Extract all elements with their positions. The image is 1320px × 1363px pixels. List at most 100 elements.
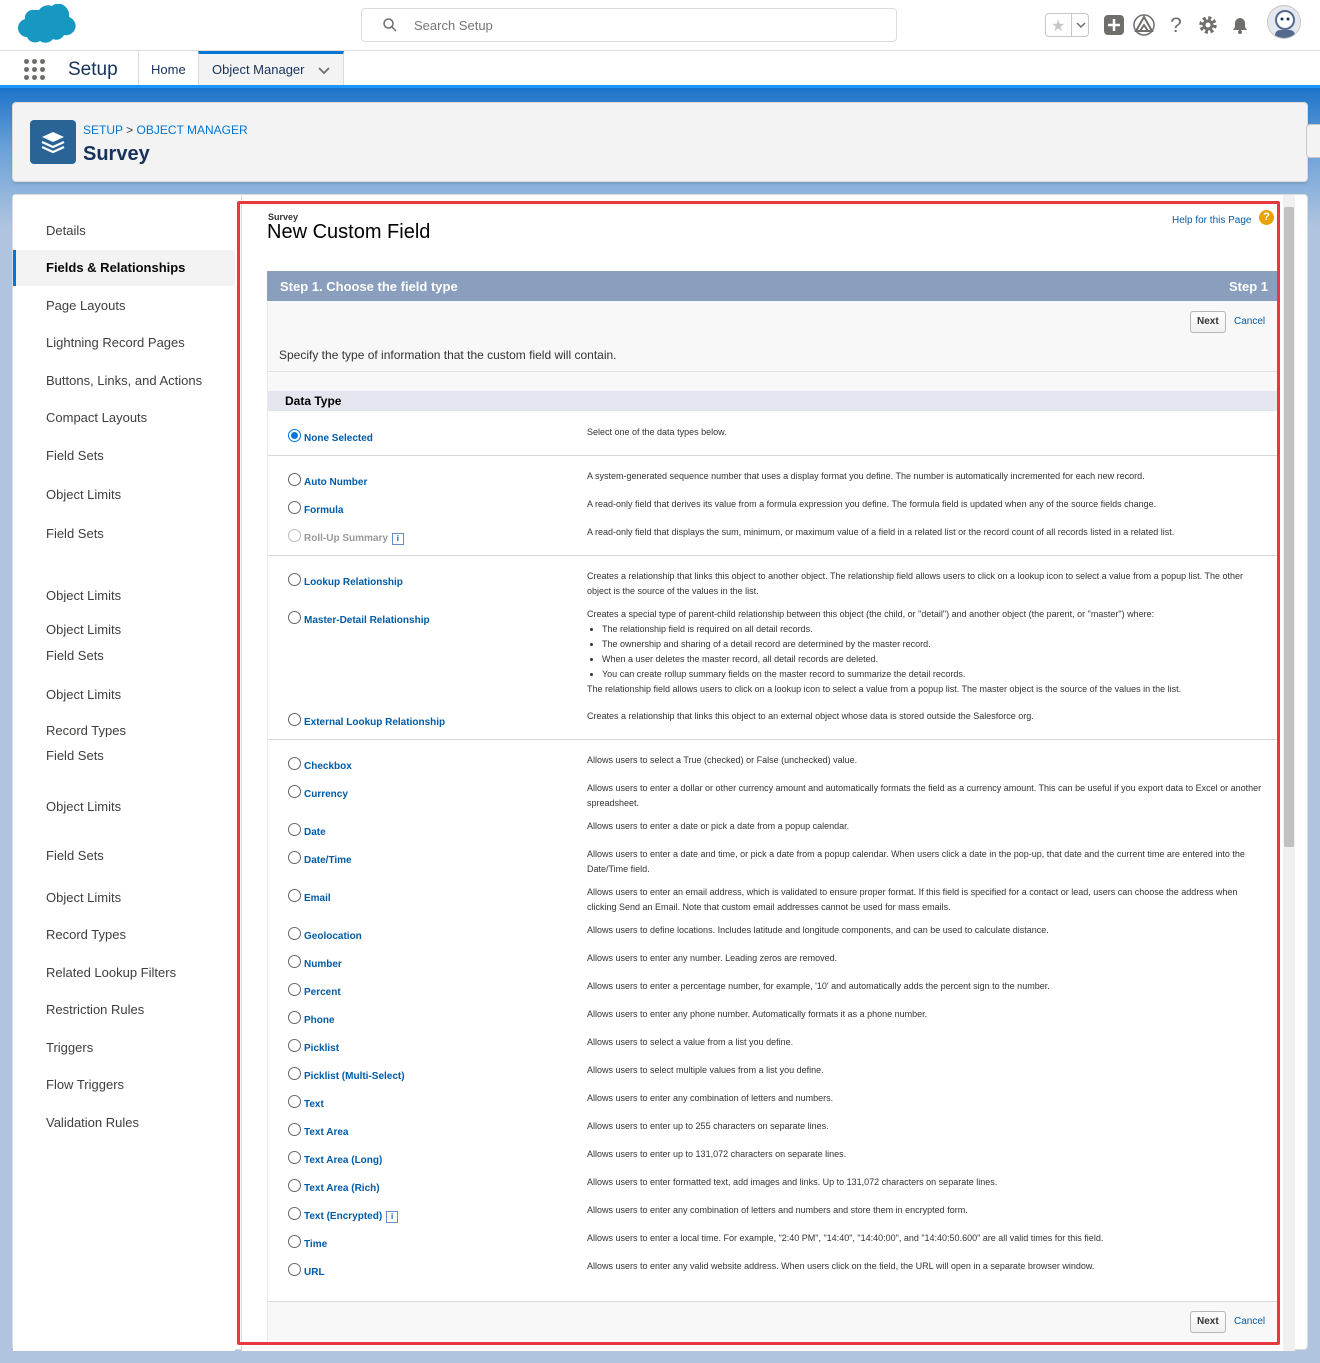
sidebar-item-field-sets[interactable]: Field Sets xyxy=(13,516,235,552)
breadcrumb-setup[interactable]: SETUP xyxy=(83,123,123,137)
add-icon[interactable] xyxy=(1102,13,1126,37)
salesforce-cloud-logo[interactable] xyxy=(14,4,76,46)
radio-picklist-multi-select[interactable] xyxy=(288,1067,301,1080)
radio-text-area-rich[interactable] xyxy=(288,1179,301,1192)
favorites-dropdown[interactable] xyxy=(1071,14,1089,36)
sidebar-item-restriction-rules[interactable]: Restriction Rules xyxy=(13,992,235,1028)
info-icon[interactable]: i xyxy=(386,1211,399,1223)
scrollbar[interactable] xyxy=(1283,195,1295,1351)
radio-text[interactable] xyxy=(288,1095,301,1108)
sidebar-item-object-limits[interactable]: Object Limits xyxy=(13,789,235,825)
radio-date[interactable] xyxy=(288,823,301,836)
radio-text-encrypted[interactable] xyxy=(288,1207,301,1220)
radio-picklist[interactable] xyxy=(288,1039,301,1052)
sidebar-item-record-types[interactable]: Record Types xyxy=(13,917,235,953)
data-type-label[interactable]: Auto Number xyxy=(304,477,367,488)
sidebar-item-triggers[interactable]: Triggers xyxy=(13,1030,235,1066)
favorites-button[interactable]: ★ xyxy=(1045,13,1089,37)
radio-percent[interactable] xyxy=(288,983,301,996)
data-type-description: Creates a relationship that links this o… xyxy=(587,709,1267,724)
data-type-label[interactable]: Currency xyxy=(304,789,348,800)
cancel-link-bottom[interactable]: Cancel xyxy=(1234,1316,1265,1327)
radio-phone[interactable] xyxy=(288,1011,301,1024)
radio-text-area[interactable] xyxy=(288,1123,301,1136)
radio-currency[interactable] xyxy=(288,785,301,798)
sidebar-item-field-sets[interactable]: Field Sets xyxy=(13,638,235,674)
search-box[interactable] xyxy=(361,8,897,42)
chevron-down-icon[interactable] xyxy=(317,66,331,76)
data-type-label[interactable]: URL xyxy=(304,1267,325,1278)
data-type-label[interactable]: External Lookup Relationship xyxy=(304,717,445,728)
sidebar-item-object-limits[interactable]: Object Limits xyxy=(13,880,235,916)
data-type-label[interactable]: Time xyxy=(304,1239,327,1250)
sidebar-item-flow-triggers[interactable]: Flow Triggers xyxy=(13,1067,235,1103)
radio-email[interactable] xyxy=(288,889,301,902)
data-type-label[interactable]: Date/Time xyxy=(304,855,352,866)
sidebar-item-validation-rules[interactable]: Validation Rules xyxy=(13,1105,235,1141)
data-type-label[interactable]: Formula xyxy=(304,505,343,516)
radio-text-area-long[interactable] xyxy=(288,1151,301,1164)
scrollbar-thumb[interactable] xyxy=(1284,207,1294,847)
avatar[interactable] xyxy=(1267,5,1301,39)
data-type-label[interactable]: Lookup Relationship xyxy=(304,577,403,588)
sidebar-item-field-sets[interactable]: Field Sets xyxy=(13,438,235,474)
help-icon[interactable]: ? xyxy=(1164,13,1188,37)
data-type-label[interactable]: Master-Detail Relationship xyxy=(304,615,430,626)
tab-object-manager[interactable]: Object Manager xyxy=(198,51,344,85)
sidebar-item-related-lookup-filters[interactable]: Related Lookup Filters xyxy=(13,955,235,991)
search-input[interactable] xyxy=(414,15,874,35)
gear-icon[interactable] xyxy=(1196,13,1220,37)
radio-none-selected[interactable] xyxy=(288,429,301,442)
sidebar-item-lightning-record-pages[interactable]: Lightning Record Pages xyxy=(13,325,235,361)
sidebar-item-object-limits[interactable]: Object Limits xyxy=(13,477,235,513)
panel-toggle[interactable] xyxy=(1306,124,1320,158)
radio-time[interactable] xyxy=(288,1235,301,1248)
sidebar-item-record-types[interactable]: Record Types xyxy=(13,723,235,737)
radio-lookup-relationship[interactable] xyxy=(288,573,301,586)
data-type-label[interactable]: Text Area (Rich) xyxy=(304,1183,380,1194)
radio-auto-number[interactable] xyxy=(288,473,301,486)
next-button-bottom[interactable]: Next xyxy=(1190,1311,1226,1333)
bell-icon[interactable] xyxy=(1228,13,1252,37)
help-icon[interactable]: ? xyxy=(1259,210,1274,225)
data-type-label[interactable]: Percent xyxy=(304,987,341,998)
sidebar-item-object-limits[interactable]: Object Limits xyxy=(13,588,235,602)
sidebar-item-page-layouts[interactable]: Page Layouts xyxy=(13,288,235,324)
radio-checkbox[interactable] xyxy=(288,757,301,770)
next-button[interactable]: Next xyxy=(1190,311,1226,333)
sidebar-item-details[interactable]: Details xyxy=(13,213,235,249)
sidebar-item-compact-layouts[interactable]: Compact Layouts xyxy=(13,400,235,436)
data-type-label[interactable]: Picklist xyxy=(304,1043,339,1054)
trailhead-icon[interactable] xyxy=(1132,13,1156,37)
data-type-label[interactable]: Date xyxy=(304,827,326,838)
data-type-label[interactable]: Geolocation xyxy=(304,931,362,942)
breadcrumb-object-manager[interactable]: OBJECT MANAGER xyxy=(137,123,248,137)
sidebar-item-object-limits[interactable]: Object Limits xyxy=(13,677,235,713)
help-link[interactable]: Help for this Page xyxy=(1172,215,1252,226)
radio-date-time[interactable] xyxy=(288,851,301,864)
data-type-label[interactable]: Text Area xyxy=(304,1127,348,1138)
sidebar-item-field-sets[interactable]: Field Sets xyxy=(13,738,235,774)
data-type-label[interactable]: Text Area (Long) xyxy=(304,1155,382,1166)
radio-number[interactable] xyxy=(288,955,301,968)
data-type-label[interactable]: Picklist (Multi-Select) xyxy=(304,1071,405,1082)
sidebar-item-buttons-links-and-actions[interactable]: Buttons, Links, and Actions xyxy=(13,363,235,399)
radio-master-detail-relationship[interactable] xyxy=(288,611,301,624)
radio-url[interactable] xyxy=(288,1263,301,1276)
data-type-label[interactable]: None Selected xyxy=(304,433,373,444)
sidebar-item-fields-relationships[interactable]: Fields & Relationships xyxy=(13,250,235,286)
radio-geolocation[interactable] xyxy=(288,927,301,940)
cancel-link[interactable]: Cancel xyxy=(1234,316,1265,327)
app-launcher-icon[interactable] xyxy=(24,59,46,81)
radio-formula[interactable] xyxy=(288,501,301,514)
data-type-label[interactable]: Checkbox xyxy=(304,761,352,772)
data-type-label[interactable]: Number xyxy=(304,959,342,970)
radio-external-lookup-relationship[interactable] xyxy=(288,713,301,726)
data-type-label[interactable]: Text xyxy=(304,1099,324,1110)
info-icon[interactable]: i xyxy=(391,533,404,545)
data-type-label[interactable]: Email xyxy=(304,893,331,904)
data-type-label[interactable]: Phone xyxy=(304,1015,335,1026)
sidebar-item-field-sets[interactable]: Field Sets xyxy=(13,838,235,874)
tab-home[interactable]: Home xyxy=(138,51,198,85)
data-type-label[interactable]: Text (Encrypted) i xyxy=(304,1211,399,1223)
